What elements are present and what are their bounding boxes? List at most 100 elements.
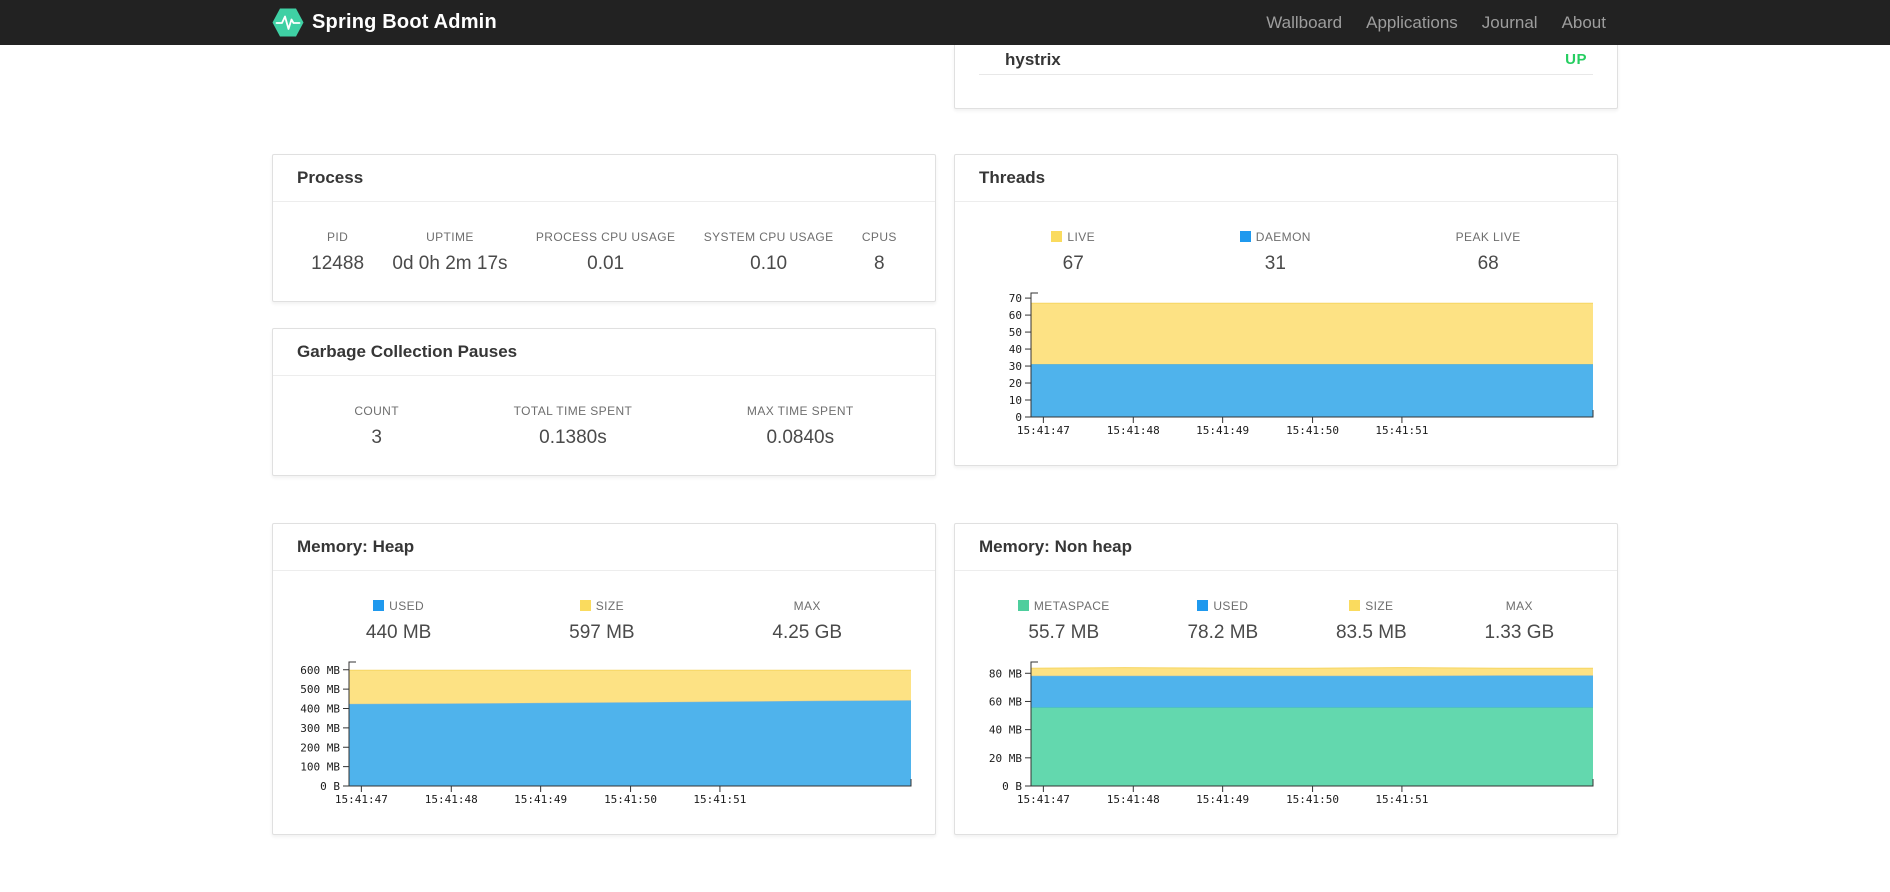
svg-text:300 MB: 300 MB [300, 722, 340, 735]
stat-size: SIZE 83.5 MB [1297, 599, 1446, 646]
stat-max-time-spent: MAX TIME SPENT 0.0840s [690, 404, 911, 451]
svg-text:20 MB: 20 MB [989, 752, 1022, 765]
stat-value: 12488 [311, 253, 365, 274]
svg-text:500 MB: 500 MB [300, 683, 340, 696]
svg-text:80 MB: 80 MB [989, 667, 1022, 680]
nav-item-wallboard[interactable]: Wallboard [1254, 13, 1354, 33]
stat-value: 55.7 MB [1028, 622, 1100, 643]
stat-label: DAEMON [1175, 230, 1375, 245]
stat-label: CPUS [861, 230, 897, 244]
threads-area-chart: 0 10 20 30 40 50 60 70 15:41:47 15:41:48 15:41:49 1… [1009, 292, 1594, 437]
stat-label: UPTIME [426, 230, 474, 244]
stat-value: 3 [371, 427, 382, 448]
stat-label: MAX [1505, 599, 1533, 613]
main-content: hystrix UP Process PID 12488 UPTIME 0d 0h 2… [272, 45, 1618, 835]
stat-value: 8 [874, 253, 885, 274]
brand-title: Spring Boot Admin [312, 11, 497, 33]
legend-swatch-icon [373, 600, 385, 611]
stat-used: USED 440 MB [297, 599, 500, 646]
svg-text:200 MB: 200 MB [300, 741, 340, 754]
heap-area-chart: 0 B 100 MB 200 MB 300 MB 400 MB 500 MB 600 MB 1… [300, 661, 912, 806]
svg-text:600 MB: 600 MB [300, 664, 340, 677]
stat-label: PID [326, 230, 349, 244]
stat-value: 440 MB [365, 622, 432, 643]
stat-cpus: CPUS 8 [848, 230, 911, 277]
nonheap-stats: METASPACE 55.7 MB USED 78.2 MB SIZE 83.5 MB MA… [979, 599, 1593, 646]
nav-item-journal[interactable]: Journal [1470, 13, 1550, 33]
status-badge: UP [1565, 51, 1587, 68]
card-title: Memory: Non heap [955, 524, 1617, 571]
legend-swatch-icon [1349, 600, 1361, 611]
brand-pulse-hexagon-icon [272, 8, 304, 37]
stat-value: 83.5 MB [1335, 622, 1407, 643]
svg-text:40: 40 [1009, 343, 1022, 356]
svg-text:400 MB: 400 MB [300, 703, 340, 716]
stat-label: MAX TIME SPENT [746, 404, 854, 418]
threads-stats: LIVE 67 DAEMON 31 PEAK LIVE 68 [979, 230, 1593, 277]
stat-label: SIZE [1305, 599, 1438, 614]
stat-label: USED [305, 599, 492, 614]
legend-swatch-icon [1017, 600, 1029, 611]
stat-live: LIVE 67 [979, 230, 1167, 277]
empty-column [272, 45, 936, 109]
stat-max: MAX 1.33 GB [1446, 599, 1593, 646]
svg-text:15:41:47: 15:41:47 [335, 793, 388, 806]
svg-text:15:41:49: 15:41:49 [1196, 424, 1249, 437]
health-indicator-name: hystrix [1005, 49, 1061, 69]
brand-link[interactable]: Spring Boot Admin [272, 8, 497, 37]
stat-value: 0.0840s [766, 427, 835, 448]
stat-system-cpu-usage: SYSTEM CPU USAGE 0.10 [690, 230, 848, 277]
process-card: Process PID 12488 UPTIME 0d 0h 2m 17s PROCES… [272, 154, 936, 302]
nav-links: Wallboard Applications Journal About [1254, 13, 1618, 33]
svg-text:15:41:47: 15:41:47 [1017, 424, 1070, 437]
stat-value: 4.25 GB [772, 622, 843, 643]
stat-value: 67 [1062, 253, 1084, 274]
top-navbar: Spring Boot Admin Wallboard Applications J… [0, 0, 1890, 45]
stat-value: 0.10 [750, 253, 788, 274]
process-stats: PID 12488 UPTIME 0d 0h 2m 17s PROCESS CPU US… [297, 230, 911, 277]
stat-label: SYSTEM CPU USAGE [703, 230, 834, 244]
stat-label: PEAK LIVE [1455, 230, 1521, 244]
legend-swatch-icon [1197, 600, 1209, 611]
stat-label: TOTAL TIME SPENT [513, 404, 633, 418]
svg-text:15:41:51: 15:41:51 [1375, 424, 1428, 437]
svg-text:30: 30 [1009, 360, 1022, 373]
stat-count: COUNT 3 [297, 404, 456, 451]
stat-value: 1.33 GB [1484, 622, 1555, 643]
svg-text:60 MB: 60 MB [989, 695, 1022, 708]
svg-text:15:41:49: 15:41:49 [514, 793, 567, 806]
svg-text:0: 0 [1015, 411, 1022, 424]
stat-label: MAX [793, 599, 821, 613]
svg-text:15:41:49: 15:41:49 [1196, 793, 1249, 806]
heap-stats: USED 440 MB SIZE 597 MB MAX 4.25 GB [297, 599, 911, 646]
card-title: Memory: Heap [273, 524, 935, 571]
stat-value: 597 MB [569, 622, 635, 643]
svg-text:15:41:48: 15:41:48 [1107, 424, 1160, 437]
stat-label: LIVE [987, 230, 1159, 245]
stat-label: METASPACE [987, 599, 1141, 614]
svg-text:15:41:51: 15:41:51 [693, 793, 746, 806]
svg-text:15:41:48: 15:41:48 [425, 793, 478, 806]
svg-text:15:41:50: 15:41:50 [604, 793, 657, 806]
svg-text:60: 60 [1009, 309, 1022, 322]
gc-pauses-card: Garbage Collection Pauses COUNT 3 TOTAL TI… [272, 328, 936, 476]
health-row-hystrix[interactable]: hystrix UP [979, 45, 1593, 74]
svg-text:40 MB: 40 MB [989, 724, 1022, 737]
stat-label: SIZE [508, 599, 695, 614]
nav-item-about[interactable]: About [1550, 13, 1618, 33]
stat-max: MAX 4.25 GB [704, 599, 911, 646]
svg-text:50: 50 [1009, 326, 1022, 339]
legend-swatch-icon [1051, 231, 1063, 242]
card-title: Process [273, 155, 935, 202]
nav-item-applications[interactable]: Applications [1354, 13, 1470, 33]
stat-value: 0.01 [587, 253, 625, 274]
stat-uptime: UPTIME 0d 0h 2m 17s [378, 230, 522, 277]
svg-text:70: 70 [1009, 292, 1022, 305]
svg-text:0 B: 0 B [320, 780, 340, 793]
stat-metaspace: METASPACE 55.7 MB [979, 599, 1149, 646]
svg-text:20: 20 [1009, 377, 1022, 390]
stat-label: USED [1157, 599, 1290, 614]
legend-swatch-icon [1239, 231, 1251, 242]
memory-nonheap-card: Memory: Non heap METASPACE 55.7 MB USED 78.… [954, 523, 1618, 835]
svg-text:0 B: 0 B [1002, 780, 1022, 793]
